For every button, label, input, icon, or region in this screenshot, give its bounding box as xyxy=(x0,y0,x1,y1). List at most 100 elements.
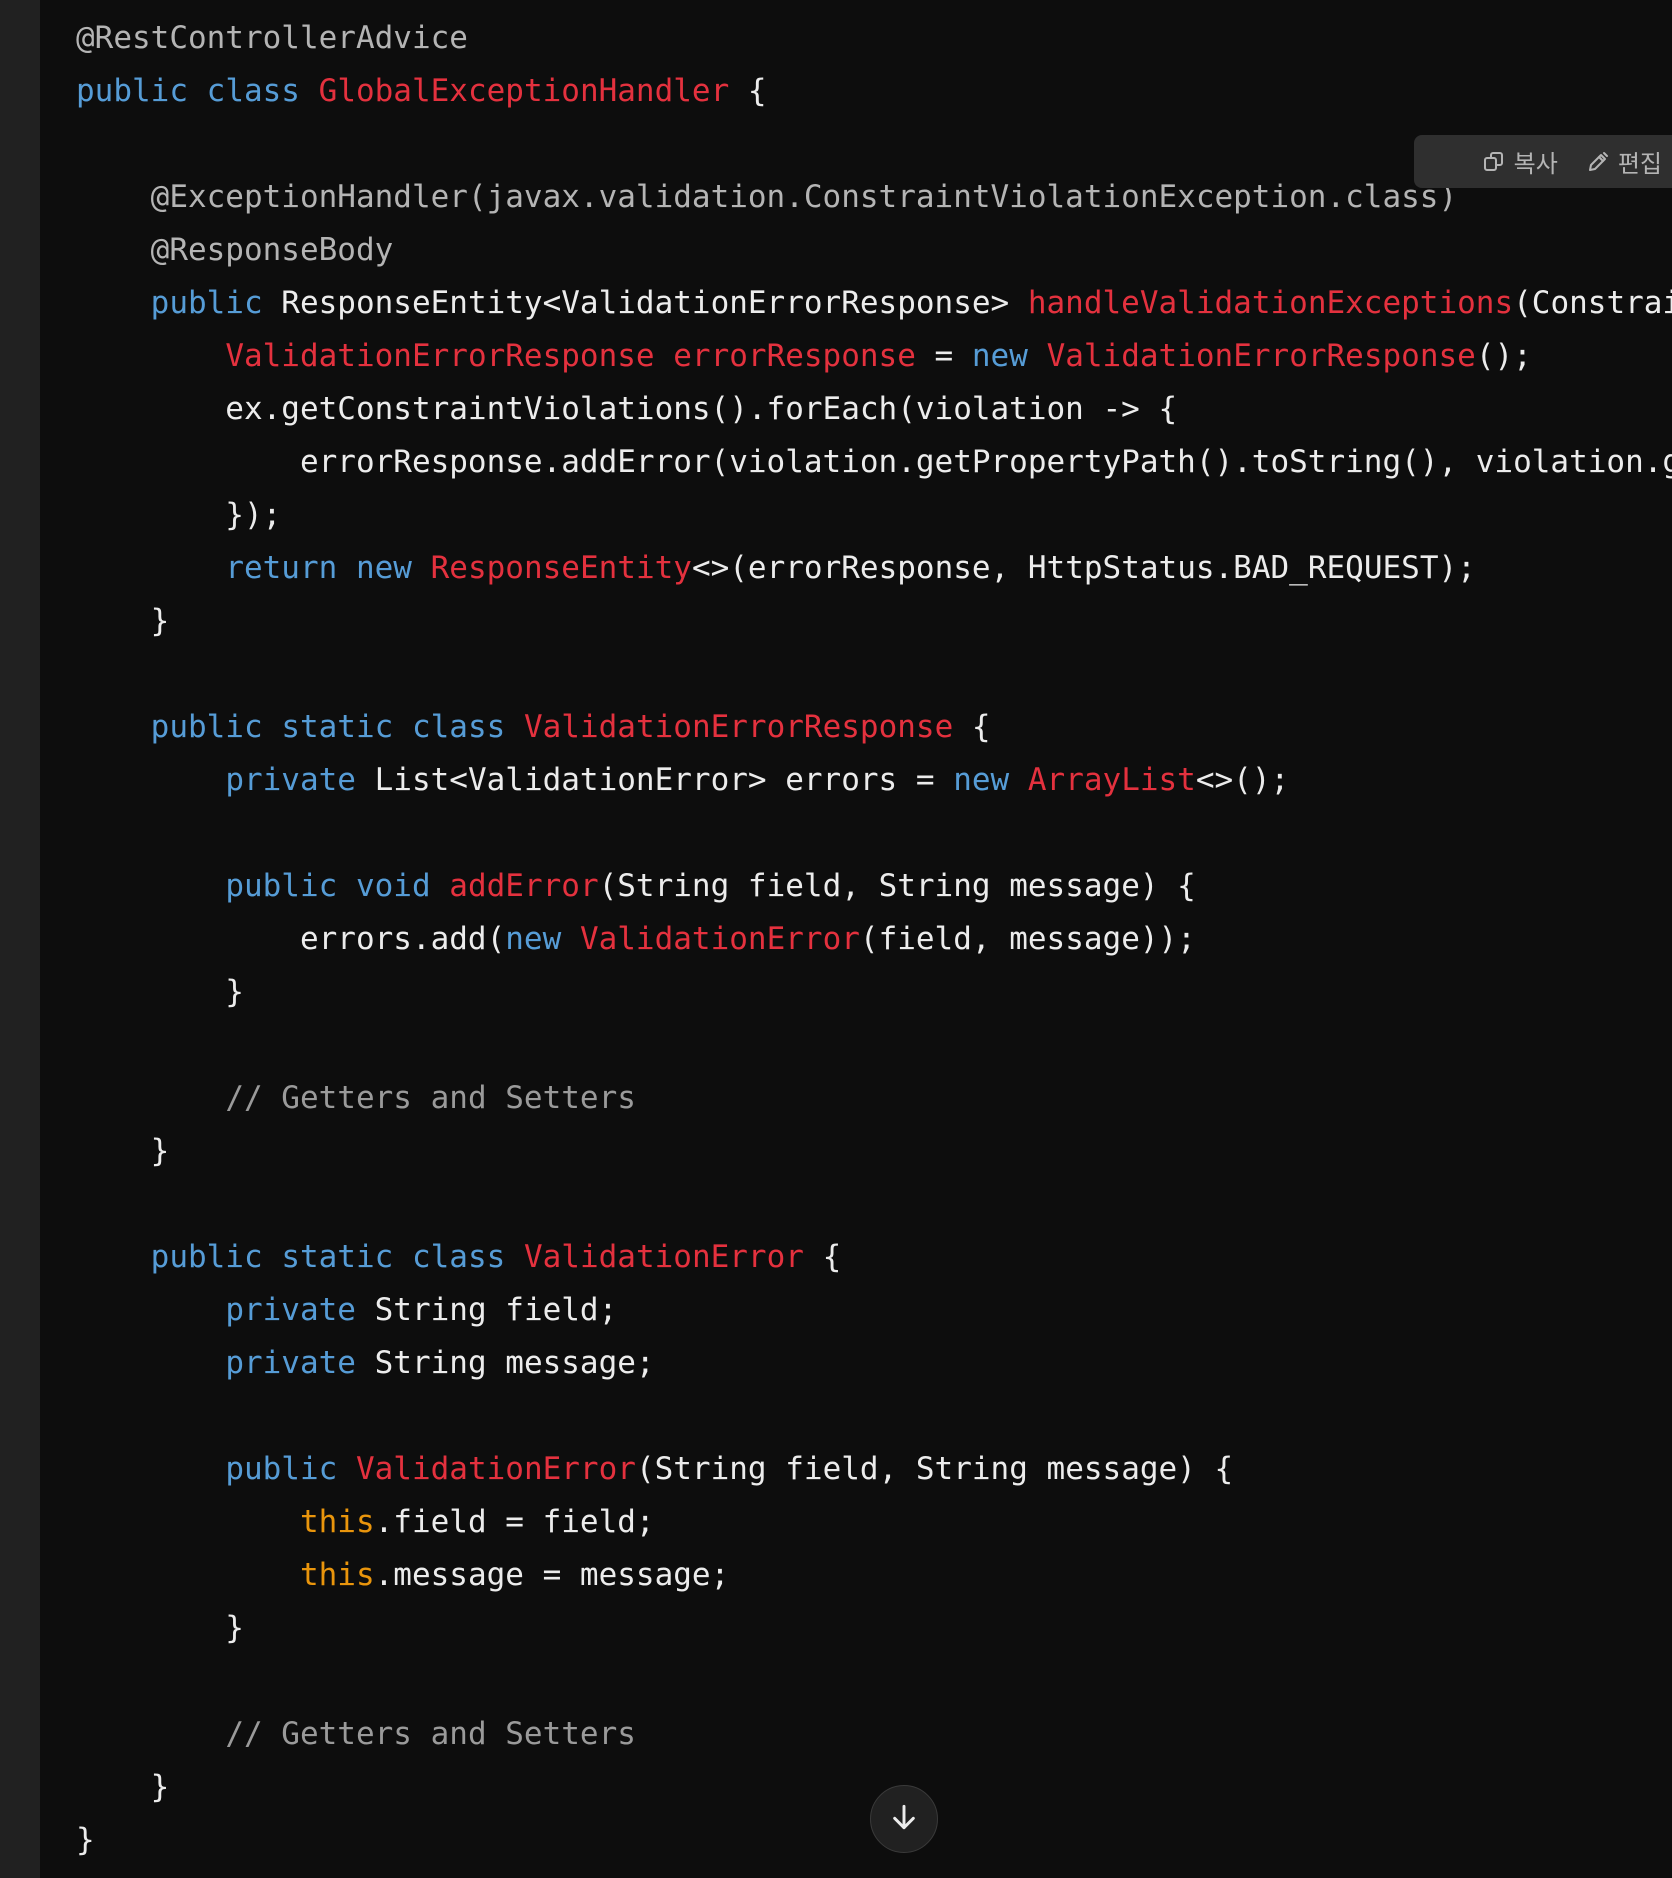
code-token-default xyxy=(1009,762,1028,798)
code-token-default: errorResponse.addError(violation.getProp… xyxy=(76,444,1672,480)
code-token-default: (String field, String message) { xyxy=(598,868,1196,904)
code-token-type: ArrayList xyxy=(1027,762,1196,798)
arrow-down-icon xyxy=(888,1801,920,1837)
code-token-default xyxy=(337,868,356,904)
code-token-keyword: public xyxy=(150,1239,263,1275)
code-line: } xyxy=(76,595,1672,648)
code-token-type: ValidationError xyxy=(579,921,860,957)
code-token-default: (field, message)); xyxy=(859,921,1196,957)
code-token-type: ValidationErrorResponse xyxy=(1046,338,1476,374)
code-line: this.message = message; xyxy=(76,1549,1672,1602)
code-token-this: this xyxy=(299,1557,375,1593)
code-token-default: } xyxy=(76,1133,170,1169)
code-token-default xyxy=(1028,338,1047,374)
code-token-type: errorResponse xyxy=(673,338,916,374)
code-token-default xyxy=(431,868,450,904)
code-token-default: { xyxy=(953,709,991,745)
code-line: private List<ValidationError> errors = n… xyxy=(76,754,1672,807)
code-token-default: } xyxy=(76,974,244,1010)
code-token-this: this xyxy=(299,1504,375,1540)
code-line: // Getters and Setters xyxy=(76,1072,1672,1125)
code-line: public ValidationError(String field, Str… xyxy=(76,1443,1672,1496)
code-token-default xyxy=(76,550,225,586)
code-token-type: ValidationErrorResponse xyxy=(523,709,954,745)
code-token-type: addError xyxy=(449,868,599,904)
code-line: errorResponse.addError(violation.getProp… xyxy=(76,436,1672,489)
code-token-default xyxy=(76,232,151,268)
copy-icon xyxy=(1482,150,1506,174)
code-token-default: { xyxy=(803,1239,842,1275)
code-line: public class GlobalExceptionHandler { xyxy=(76,65,1672,118)
code-line: } xyxy=(76,1125,1672,1178)
code-token-keyword: public xyxy=(150,709,263,745)
code-block[interactable]: @RestControllerAdvice public class Global… xyxy=(76,12,1672,1867)
edit-button[interactable]: 편집 xyxy=(1586,144,1662,179)
code-token-default xyxy=(337,550,356,586)
code-token-default xyxy=(76,179,151,215)
code-line: // Getters and Setters xyxy=(76,1708,1672,1761)
code-token-keyword: class xyxy=(206,73,300,109)
code-token-type: ValidationError xyxy=(523,1239,804,1275)
code-token-keyword: public xyxy=(150,285,263,321)
code-token-keyword: new xyxy=(505,921,562,957)
code-token-default: .message = message; xyxy=(374,1557,730,1593)
code-token-keyword: return xyxy=(225,550,338,586)
code-token-keyword: void xyxy=(355,868,431,904)
code-token-default xyxy=(76,285,151,321)
scroll-to-bottom-button[interactable] xyxy=(870,1785,938,1853)
code-token-default: } xyxy=(76,1610,244,1646)
code-token-default: <>(); xyxy=(1195,762,1290,798)
copy-button[interactable]: 복사 xyxy=(1482,144,1558,179)
code-token-comment: // Getters and Setters xyxy=(225,1716,636,1752)
code-line: }); xyxy=(76,489,1672,542)
code-line: private String field; xyxy=(76,1284,1672,1337)
code-token-default: <>(errorResponse, HttpStatus.BAD_REQUEST… xyxy=(691,550,1476,586)
code-token-annotation: @RestControllerAdvice xyxy=(76,20,468,56)
code-token-default xyxy=(655,338,674,374)
code-line: public void addError(String field, Strin… xyxy=(76,860,1672,913)
code-token-default xyxy=(76,1239,151,1275)
code-token-default: String field; xyxy=(355,1292,618,1328)
code-token-default xyxy=(76,1451,225,1487)
code-token-keyword: private xyxy=(225,762,356,798)
code-token-default xyxy=(300,73,319,109)
copy-label: 복사 xyxy=(1513,150,1558,178)
code-token-default xyxy=(393,1239,412,1275)
code-line: public ResponseEntity<ValidationErrorRes… xyxy=(76,277,1672,330)
code-token-default xyxy=(412,550,431,586)
code-token-default xyxy=(263,709,282,745)
code-token-default: (); xyxy=(1475,338,1532,374)
code-token-default: List<ValidationError> errors = xyxy=(355,762,954,798)
code-line: public static class ValidationErrorRespo… xyxy=(76,701,1672,754)
code-token-default xyxy=(76,338,225,374)
code-token-default xyxy=(76,868,225,904)
code-token-default: }); xyxy=(76,497,282,533)
code-token-keyword: public xyxy=(225,1451,338,1487)
code-token-type: ValidationError xyxy=(355,1451,636,1487)
code-token-default xyxy=(76,1716,225,1752)
code-line: @ResponseBody xyxy=(76,224,1672,277)
code-token-keyword: new xyxy=(971,338,1028,374)
code-token-default xyxy=(76,762,225,798)
code-token-default xyxy=(505,1239,524,1275)
code-token-default: (String field, String message) { xyxy=(635,1451,1234,1487)
code-token-default: String message; xyxy=(355,1345,655,1381)
code-line: ex.getConstraintViolations().forEach(vio… xyxy=(76,383,1672,436)
code-toolbar: 복사 편집 xyxy=(1414,135,1672,188)
code-token-type: ValidationErrorResponse xyxy=(225,338,655,374)
code-token-keyword: public xyxy=(225,868,338,904)
code-line: } xyxy=(76,1602,1672,1655)
code-token-annotation: @ResponseBody xyxy=(150,232,394,268)
code-line: errors.add(new ValidationError(field, me… xyxy=(76,913,1672,966)
code-line: } xyxy=(76,966,1672,1019)
code-line: @RestControllerAdvice xyxy=(76,12,1672,65)
code-token-default xyxy=(76,1292,225,1328)
code-token-default: (Constrai xyxy=(1513,285,1672,321)
code-token-default xyxy=(76,1504,300,1540)
code-token-keyword: new xyxy=(355,550,412,586)
code-line: return new ResponseEntity<>(errorRespons… xyxy=(76,542,1672,595)
pencil-icon xyxy=(1586,150,1610,174)
